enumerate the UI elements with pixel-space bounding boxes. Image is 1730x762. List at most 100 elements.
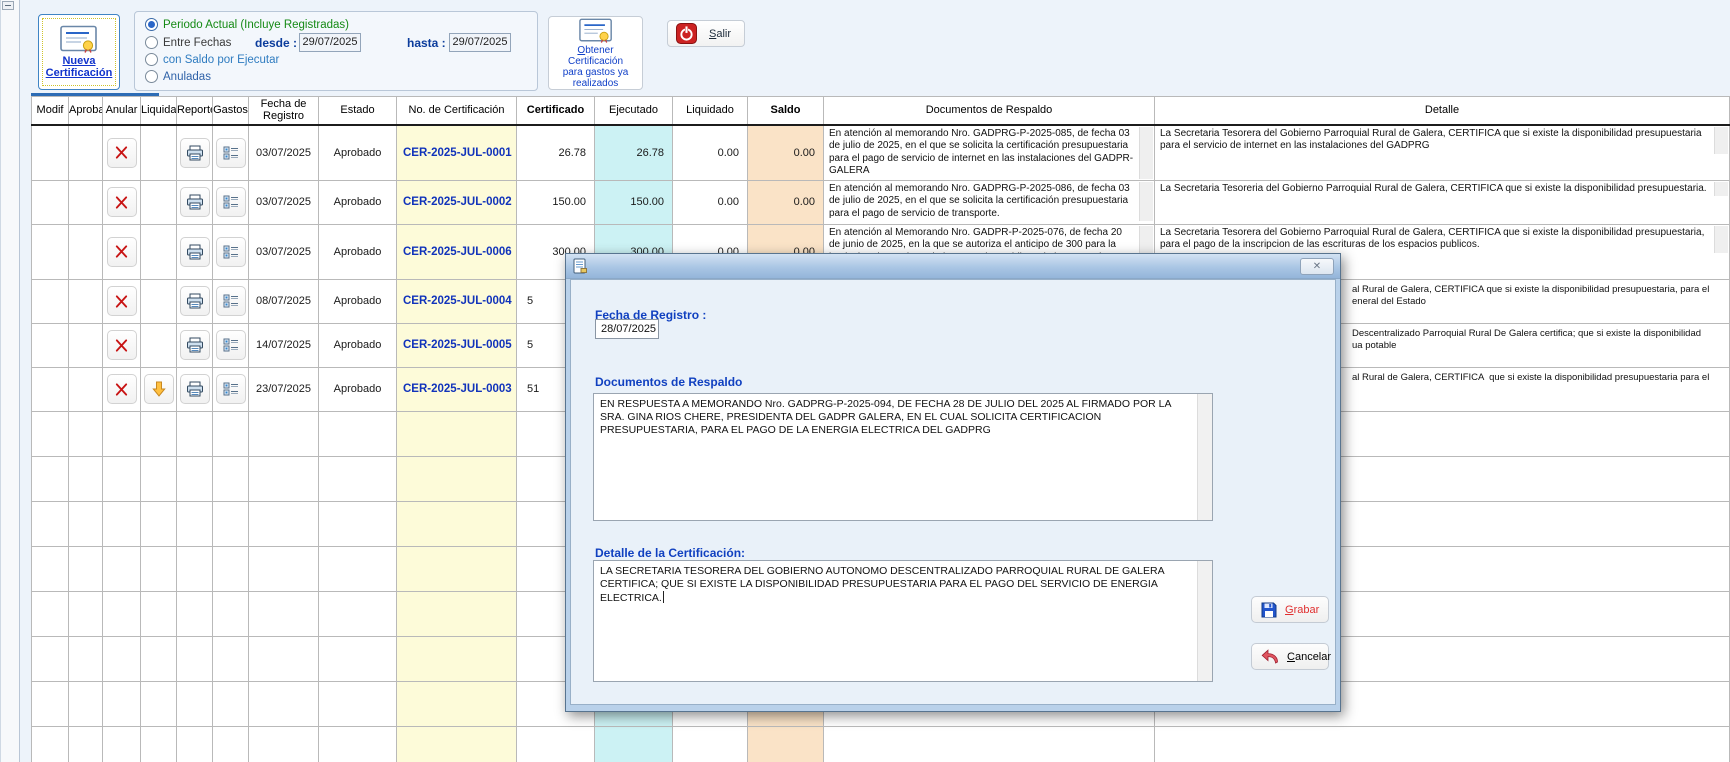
- reporte-button[interactable]: [180, 286, 210, 316]
- radio-entre-fechas[interactable]: Entre Fechas: [145, 36, 231, 49]
- cell-empty: [824, 726, 1155, 762]
- cell-modif: [32, 180, 69, 224]
- cell-fecha: 03/07/2025: [249, 180, 319, 224]
- textarea-scrollbar[interactable]: [1197, 394, 1212, 520]
- cell-empty: [32, 546, 69, 591]
- gastos-button[interactable]: [216, 330, 246, 360]
- cell-modif: [32, 323, 69, 367]
- anular-button[interactable]: [107, 286, 137, 316]
- printer-icon: [186, 337, 204, 353]
- header-liquidar: Liquidar: [141, 97, 177, 125]
- cell-empty: [249, 726, 319, 762]
- red-x-icon: [114, 244, 129, 259]
- cell-scrollbar[interactable]: [1714, 226, 1728, 253]
- cell-empty: [213, 546, 249, 591]
- textarea-scrollbar[interactable]: [1197, 561, 1212, 681]
- gastos-button[interactable]: [216, 374, 246, 404]
- certification-edit-dialog: ✕ Fecha de Registro : 28/07/2025 Documen…: [565, 253, 1341, 712]
- printer-icon: [186, 194, 204, 210]
- cell-empty: [213, 636, 249, 681]
- left-splitter[interactable]: [0, 0, 20, 762]
- radio-con-saldo[interactable]: con Saldo por Ejecutar: [145, 53, 279, 66]
- cell-gastos: [213, 224, 249, 279]
- reporte-button[interactable]: [180, 374, 210, 404]
- cell-scrollbar[interactable]: [1139, 127, 1153, 179]
- radio-periodo-actual[interactable]: Periodo Actual (Incluye Registradas): [145, 18, 349, 31]
- gastos-button[interactable]: [216, 237, 246, 267]
- cell-fecha: 03/07/2025: [249, 224, 319, 279]
- cell-empty: [319, 681, 397, 726]
- cert-number-link[interactable]: CER-2025-JUL-0001: [397, 125, 517, 181]
- cell-liquidar: [141, 125, 177, 181]
- obtener-certificacion-button[interactable]: Obtener Certificación para gastos ya rea…: [548, 16, 643, 90]
- cert-number-link[interactable]: CER-2025-JUL-0004: [397, 279, 517, 323]
- cell-empty: [32, 456, 69, 501]
- cancelar-button[interactable]: Cancelar: [1251, 643, 1329, 670]
- anular-button[interactable]: [107, 187, 137, 217]
- cell-empty: [213, 456, 249, 501]
- radio-label: Periodo Actual (Incluye Registradas): [163, 19, 349, 31]
- cell-scrollbar[interactable]: [1714, 182, 1728, 197]
- liquidar-button[interactable]: [144, 374, 174, 404]
- cell-empty: [177, 591, 213, 636]
- app-window: Nueva Certificación Periodo Actual (Incl…: [0, 0, 1730, 762]
- header-liquidado: Liquidado: [673, 97, 748, 125]
- red-x-icon: [114, 195, 129, 210]
- anular-button[interactable]: [107, 138, 137, 168]
- dialog-titlebar[interactable]: ✕: [566, 254, 1340, 279]
- cell-empty: [32, 726, 69, 762]
- cell-reporte: [177, 367, 213, 411]
- nueva-certificacion-button[interactable]: Nueva Certificación: [38, 14, 120, 90]
- cert-number-link[interactable]: CER-2025-JUL-0003: [397, 367, 517, 411]
- documentos-respaldo-textarea[interactable]: EN RESPUESTA A MEMORANDO Nro. GADPRG-P-2…: [593, 393, 1213, 521]
- cert-number-link[interactable]: CER-2025-JUL-0005: [397, 323, 517, 367]
- cell-empty: [32, 681, 69, 726]
- cell-empty: [69, 411, 103, 456]
- cert-number-link[interactable]: CER-2025-JUL-0002: [397, 180, 517, 224]
- cell-estado: Aprobado: [319, 125, 397, 181]
- radio-label: con Saldo por Ejecutar: [163, 54, 279, 66]
- desde-input[interactable]: 29/07/2025: [299, 33, 361, 52]
- reporte-button[interactable]: [180, 237, 210, 267]
- hasta-input[interactable]: 29/07/2025: [449, 33, 511, 52]
- grabar-label: Grabar: [1285, 604, 1319, 616]
- documentos-respaldo-label: Documentos de Respaldo: [595, 375, 742, 389]
- dialog-close-button[interactable]: ✕: [1300, 258, 1334, 275]
- salir-button[interactable]: Salir: [667, 20, 745, 47]
- cell-scrollbar[interactable]: [1139, 182, 1153, 222]
- cert-number-link[interactable]: CER-2025-JUL-0006: [397, 224, 517, 279]
- panel-collapse-handle[interactable]: [2, 1, 14, 10]
- cell-scrollbar[interactable]: [1714, 127, 1728, 154]
- header-anular: Anular: [103, 97, 141, 125]
- gastos-button[interactable]: [216, 138, 246, 168]
- cell-detalle: La Secretaria Tesorera del Gobierno Parr…: [1155, 125, 1730, 181]
- fecha-registro-input[interactable]: 28/07/2025: [595, 319, 659, 339]
- table-row-empty: [32, 726, 1730, 762]
- reporte-button[interactable]: [180, 330, 210, 360]
- cell-fecha: 08/07/2025: [249, 279, 319, 323]
- cell-aprobar: [69, 180, 103, 224]
- gastos-button[interactable]: [216, 286, 246, 316]
- cell-empty: [397, 546, 517, 591]
- cell-empty: [213, 591, 249, 636]
- reporte-button[interactable]: [180, 138, 210, 168]
- filter-group: Periodo Actual (Incluye Registradas) Ent…: [134, 11, 538, 91]
- header-documentos: Documentos de Respaldo: [824, 97, 1155, 125]
- grabar-button[interactable]: Grabar: [1251, 596, 1329, 623]
- anular-button[interactable]: [107, 374, 137, 404]
- header-saldo: Saldo: [748, 97, 824, 125]
- gastos-button[interactable]: [216, 187, 246, 217]
- anular-button[interactable]: [107, 330, 137, 360]
- reporte-button[interactable]: [180, 187, 210, 217]
- dialog-body: Fecha de Registro : 28/07/2025 Documento…: [570, 279, 1336, 705]
- cell-empty: [177, 681, 213, 726]
- cell-gastos: [213, 323, 249, 367]
- cell-reporte: [177, 180, 213, 224]
- header-row: Modif Aprobar Anular Liquidar Reporte Ga…: [32, 97, 1730, 125]
- anular-button[interactable]: [107, 237, 137, 267]
- detalle-certificacion-textarea[interactable]: LA SECRETARIA TESORERA DEL GOBIERNO AUTO…: [593, 560, 1213, 682]
- orange-down-arrow-icon: [152, 381, 166, 397]
- radio-label: Entre Fechas: [163, 37, 231, 49]
- radio-anuladas[interactable]: Anuladas: [145, 70, 211, 83]
- cell-empty: [249, 456, 319, 501]
